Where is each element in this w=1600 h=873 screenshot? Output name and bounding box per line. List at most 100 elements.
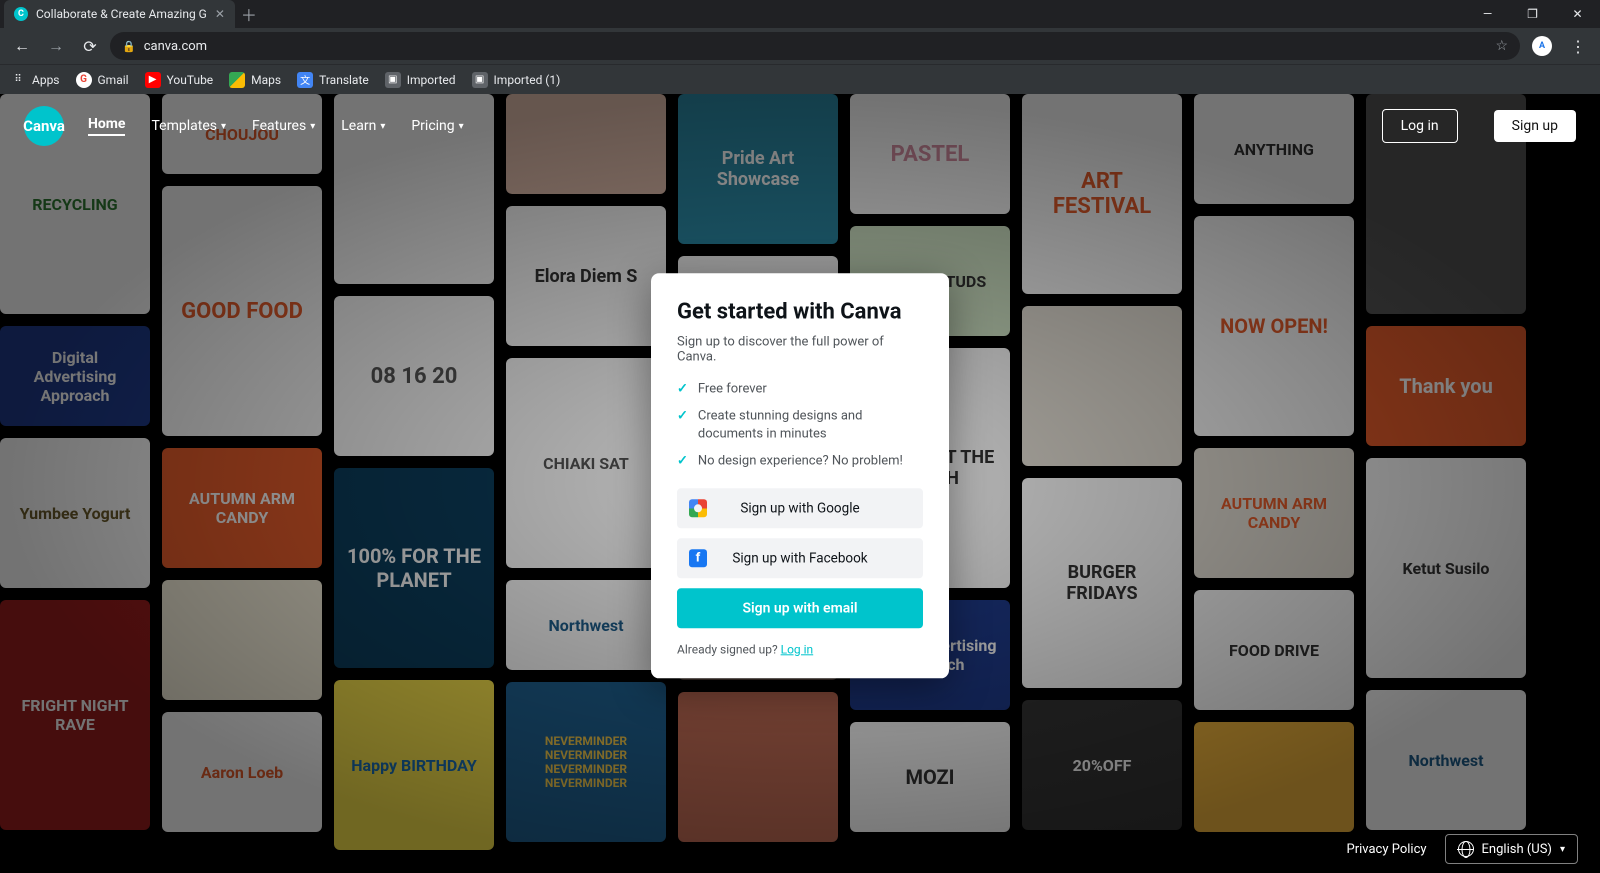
feature-list: ✓Free forever ✓Create stunning designs a…: [677, 380, 923, 470]
nav-learn[interactable]: Learn▾: [341, 116, 385, 136]
window-minimize-button[interactable]: —: [1465, 0, 1510, 28]
nav-label: Pricing: [411, 118, 454, 134]
bookmark-star-icon[interactable]: ☆: [1495, 38, 1508, 54]
signup-modal: Get started with Canva Sign up to discov…: [651, 273, 949, 678]
google-icon: [689, 499, 707, 517]
collage-card: Happy BIRTHDAY: [334, 680, 494, 850]
feature-item: ✓ No design experience? No problem!: [677, 452, 923, 470]
primary-nav: Home Templates▾ Features▾ Learn▾ Pricing…: [88, 116, 464, 136]
signup-email-button[interactable]: Sign up with email: [677, 588, 923, 628]
chevron-down-icon: ▾: [221, 121, 226, 132]
reload-button[interactable]: ⟳: [76, 32, 104, 60]
window-titlebar: C Collaborate & Create Amazing G ✕ ＋ — ❐…: [0, 0, 1600, 28]
tab-close-icon[interactable]: ✕: [215, 7, 225, 21]
window-close-button[interactable]: ✕: [1555, 0, 1600, 28]
privacy-link[interactable]: Privacy Policy: [1347, 842, 1427, 857]
collage-card: [678, 692, 838, 842]
new-tab-button[interactable]: ＋: [235, 0, 263, 28]
login-button[interactable]: Log in: [1382, 109, 1458, 143]
bookmark-apps[interactable]: ⠿Apps: [10, 72, 60, 88]
collage-card: 100% FOR THE PLANET: [334, 468, 494, 668]
collage-card: Digital Advertising Approach: [0, 326, 150, 426]
window-controls: — ❐ ✕: [1465, 0, 1600, 28]
url-text: canva.com: [144, 39, 207, 54]
already-signed-up: Already signed up? Log in: [677, 642, 923, 656]
site-header: Canva Home Templates▾ Features▾ Learn▾ P…: [0, 94, 1600, 158]
translate-icon: 文: [297, 72, 313, 88]
youtube-icon: ▶: [145, 72, 161, 88]
profile-avatar[interactable]: A: [1532, 36, 1552, 56]
bookmark-imported[interactable]: ▣Imported: [385, 72, 456, 88]
nav-label: Learn: [341, 118, 376, 134]
collage-card: NOW OPEN!: [1194, 216, 1354, 436]
signup-facebook-button[interactable]: fSign up with Facebook: [677, 538, 923, 578]
collage-card: Elora Diem S: [506, 206, 666, 346]
tab-title: Collaborate & Create Amazing G: [36, 7, 207, 21]
bookmark-label: Translate: [319, 73, 369, 87]
collage-card: GOOD FOOD: [162, 186, 322, 436]
folder-icon: ▣: [385, 72, 401, 88]
address-bar[interactable]: 🔒 canva.com ☆: [110, 32, 1520, 60]
signup-button[interactable]: Sign up: [1494, 110, 1576, 142]
nav-label: Home: [88, 116, 125, 132]
canva-logo[interactable]: Canva: [24, 106, 64, 146]
nav-features[interactable]: Features ▾: [252, 116, 315, 136]
bookmark-translate[interactable]: 文 Translate: [297, 72, 369, 88]
check-icon: ✓: [677, 452, 688, 470]
check-icon: ✓: [677, 407, 688, 442]
bookmark-imported-1[interactable]: ▣ Imported (1): [472, 72, 561, 88]
collage-card: [1022, 306, 1182, 466]
collage-card: 08 16 20: [334, 296, 494, 456]
window-maximize-button[interactable]: ❐: [1510, 0, 1555, 28]
tab-favicon: C: [14, 7, 28, 21]
collage-card: Yumbee Yogurt: [0, 438, 150, 588]
nav-templates[interactable]: Templates▾: [151, 116, 226, 136]
folder-icon: ▣: [472, 72, 488, 88]
nav-home[interactable]: Home: [88, 116, 125, 136]
chevron-down-icon: ▾: [310, 121, 315, 132]
bookmark-label: Gmail: [98, 73, 129, 87]
back-button[interactable]: ←: [8, 32, 36, 60]
collage-card: AUTUMN ARM CANDY: [162, 448, 322, 568]
bookmark-youtube[interactable]: ▶ YouTube: [145, 72, 214, 88]
feature-text: Free forever: [698, 380, 767, 398]
feature-text: Create stunning designs and documents in…: [698, 407, 923, 442]
bookmarks-bar: ⠿Apps GGmail ▶YouTube Maps 文Translate ▣I…: [0, 64, 1600, 94]
page-footer: Privacy Policy English (US) ▾: [1325, 825, 1600, 873]
signup-google-button[interactable]: Sign up with Google: [677, 488, 923, 528]
feature-text: No design experience? No problem!: [698, 452, 903, 470]
browser-toolbar: ← → ⟳ 🔒 canva.com ☆ A ⋮: [0, 28, 1600, 64]
bookmark-label: Maps: [251, 73, 281, 87]
facebook-icon: f: [689, 549, 707, 567]
collage-card: Northwest: [1366, 690, 1526, 830]
logo-text: Canva: [23, 117, 65, 135]
chevron-down-icon: ▾: [459, 121, 464, 132]
already-text: Already signed up?: [677, 642, 781, 656]
collage-card: FRIGHT NIGHT RAVE: [0, 600, 150, 830]
gmail-icon: G: [76, 72, 92, 88]
collage-card: AUTUMN ARM CANDY: [1194, 448, 1354, 578]
bookmark-maps[interactable]: Maps: [229, 72, 281, 88]
bookmark-gmail[interactable]: G Gmail: [76, 72, 129, 88]
button-label: Sign up with Google: [740, 500, 859, 516]
lock-icon: 🔒: [122, 40, 136, 53]
nav-pricing[interactable]: Pricing ▾: [411, 116, 463, 136]
modal-subtitle: Sign up to discover the full power of Ca…: [677, 334, 923, 364]
language-selector[interactable]: English (US) ▾: [1445, 834, 1578, 864]
collage-card: Aaron Loeb: [162, 712, 322, 832]
browser-menu-button[interactable]: ⋮: [1564, 37, 1592, 56]
collage-card: MOZI: [850, 722, 1010, 832]
bookmark-label: Imported (1): [494, 73, 561, 87]
collage-card: CHIAKI SAT: [506, 358, 666, 568]
login-link[interactable]: Log in: [781, 642, 814, 656]
forward-button[interactable]: →: [42, 32, 70, 60]
feature-item: ✓Free forever: [677, 380, 923, 398]
nav-label: Features: [252, 118, 306, 134]
bookmark-label: YouTube: [167, 73, 214, 87]
chevron-down-icon: ▾: [1560, 844, 1565, 855]
collage-card: 20%OFF: [1022, 700, 1182, 830]
feature-item: ✓ Create stunning designs and documents i…: [677, 407, 923, 442]
collage-card: [162, 580, 322, 700]
browser-tab[interactable]: C Collaborate & Create Amazing G ✕: [4, 0, 235, 28]
page-content: RECYCLING Digital Advertising Approach Y…: [0, 94, 1600, 873]
